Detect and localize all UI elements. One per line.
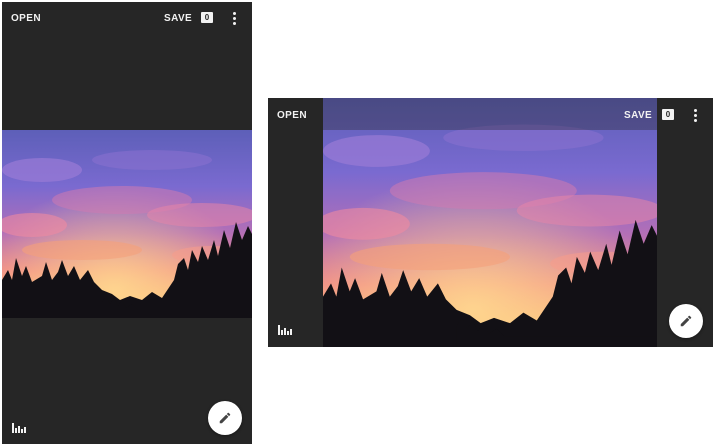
open-button[interactable]: OPEN xyxy=(11,13,41,24)
edit-fab-button[interactable] xyxy=(669,304,703,338)
pencil-icon xyxy=(680,315,692,327)
more-vert-icon[interactable] xyxy=(690,108,700,122)
save-button[interactable]: SAVE xyxy=(164,13,192,24)
edit-fab-button[interactable] xyxy=(208,401,242,435)
looks-count-badge[interactable]: 0 xyxy=(201,12,213,23)
screenshot-canvas: OPEN SAVE 0 OPEN SAVE 0 xyxy=(0,0,713,445)
photo-preview xyxy=(2,130,252,318)
save-button[interactable]: SAVE xyxy=(624,110,652,121)
photo-preview xyxy=(323,98,657,347)
pencil-icon xyxy=(219,412,231,424)
looks-count-badge[interactable]: 0 xyxy=(662,109,674,120)
histogram-icon[interactable] xyxy=(12,423,26,433)
more-vert-icon[interactable] xyxy=(229,11,239,25)
landscape-screen: OPEN SAVE 0 xyxy=(268,98,713,347)
histogram-icon[interactable] xyxy=(278,325,292,335)
portrait-screen: OPEN SAVE 0 xyxy=(2,2,252,444)
open-button[interactable]: OPEN xyxy=(277,110,307,121)
